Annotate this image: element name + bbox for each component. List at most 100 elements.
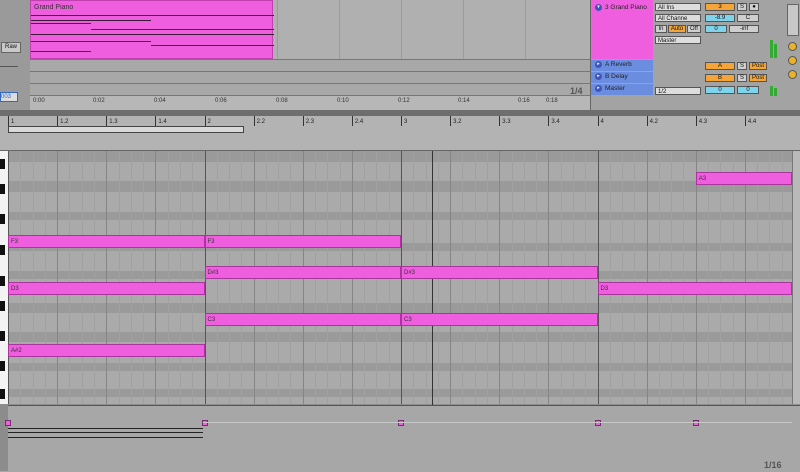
output-select[interactable]: Master [655, 36, 701, 44]
midi-note[interactable]: D#3 [204, 266, 401, 279]
grid-row [8, 303, 800, 313]
time-label: 0:12 [398, 98, 410, 104]
monitor-auto-button[interactable]: Auto [668, 25, 686, 33]
vertical-scrollbar[interactable] [792, 151, 800, 404]
grid-row [8, 363, 800, 371]
velocity-marker[interactable] [201, 420, 208, 426]
track-fold-icon[interactable]: ▸ [595, 61, 602, 68]
black-key[interactable] [0, 361, 5, 371]
indicator-icon[interactable] [788, 42, 797, 51]
loop-brace[interactable] [8, 126, 244, 133]
post-button[interactable]: Post [749, 62, 767, 70]
midi-note[interactable]: D3 [8, 282, 205, 295]
return-track-header[interactable]: ▸ A Reverb [591, 60, 653, 71]
solo-button[interactable]: S [737, 74, 747, 82]
pan-field[interactable]: C [737, 14, 759, 22]
grid-zoom-label[interactable]: 1/16 [764, 460, 782, 470]
midi-note[interactable]: F3 [8, 235, 205, 248]
velocity-bar[interactable] [8, 432, 203, 433]
track-activator[interactable]: A [705, 62, 735, 70]
track-fold-icon[interactable]: ▸ [595, 73, 602, 80]
raw-button[interactable]: Raw [1, 42, 21, 53]
velocity-marker[interactable] [594, 420, 601, 426]
monitor-off-button[interactable]: Off [687, 25, 701, 33]
grid-line [106, 151, 108, 404]
midi-note[interactable]: A3 [695, 172, 792, 185]
ruler-label: 4.2 [649, 119, 658, 125]
send-a-field[interactable]: 0 [705, 25, 727, 33]
black-key[interactable] [0, 276, 5, 286]
left-panel: Raw 003 [0, 0, 31, 110]
black-key[interactable] [0, 301, 5, 311]
track-activator[interactable]: B [705, 74, 735, 82]
select-value: All Channe [658, 16, 688, 22]
monitor-in-button[interactable]: In [655, 25, 667, 33]
velocity-marker[interactable] [692, 420, 699, 426]
indicator-icon[interactable] [788, 56, 797, 65]
black-key[interactable] [0, 245, 5, 255]
grid-line [671, 151, 673, 404]
ruler-tick [450, 116, 452, 126]
clip-name: Grand Piano [34, 4, 74, 11]
return-track-lanes[interactable] [30, 59, 590, 95]
black-key[interactable] [0, 389, 5, 399]
midi-note[interactable]: C3 [401, 313, 598, 326]
track-activator[interactable]: 3 [705, 3, 735, 11]
ruler-tick [106, 116, 108, 126]
record-arm-button[interactable]: ● [749, 3, 759, 11]
track-header[interactable]: ▾ 3 Grand Piano [591, 0, 653, 59]
solo-button[interactable]: S [737, 62, 747, 70]
ruler-tick [155, 116, 157, 126]
time-label: 0:00 [33, 98, 45, 104]
volume-field[interactable]: -8.9 [705, 14, 735, 22]
master-track-header[interactable]: ▸ Master [591, 84, 653, 95]
master-output-select[interactable]: 1/2 [655, 87, 701, 95]
input-channel-select[interactable]: All Channe [655, 14, 701, 22]
velocity-lane[interactable] [0, 405, 800, 472]
grid-line [622, 151, 624, 404]
midi-note[interactable]: D#3 [401, 266, 598, 279]
scroll-handle[interactable] [787, 4, 799, 36]
black-key[interactable] [0, 159, 5, 169]
clip-note-preview [31, 34, 274, 35]
beat-ruler[interactable]: 1 1.2 1.3 1.4 2 2.2 2.3 2.4 3 3.2 3.3 3.4 4 4.2 4.3 4.4 [0, 116, 800, 151]
grid-row [8, 332, 800, 342]
track-fold-icon[interactable]: ▸ [595, 85, 602, 92]
ruler-tick [253, 116, 255, 126]
midi-note[interactable]: C3 [204, 313, 401, 326]
velocity-bar[interactable] [8, 428, 203, 429]
time-ruler[interactable]: 0:00 0:02 0:04 0:06 0:08 0:10 0:12 0:14 … [30, 95, 590, 111]
input-type-select[interactable]: All Ins [655, 3, 701, 11]
midi-note[interactable]: A#2 [8, 344, 205, 357]
master-pan-field[interactable]: 0 [737, 86, 759, 94]
clip-note-preview [31, 41, 151, 42]
time-label: 0:08 [276, 98, 288, 104]
clip-note-preview [31, 23, 91, 24]
midi-note[interactable]: F3 [204, 235, 401, 248]
velocity-bar[interactable] [8, 437, 203, 438]
grid-zoom-label[interactable]: 1/4 [570, 86, 583, 96]
track-fold-icon[interactable]: ▾ [595, 4, 602, 11]
return-track-header[interactable]: ▸ B Delay [591, 72, 653, 83]
master-volume-field[interactable]: 0 [705, 86, 735, 94]
black-key[interactable] [0, 331, 5, 341]
ruler-tick [744, 116, 746, 126]
send-b-field[interactable]: -inf [729, 25, 759, 33]
grid-line [20, 151, 22, 404]
indicator-icon[interactable] [788, 70, 797, 79]
grid-line [744, 151, 746, 404]
post-button[interactable]: Post [749, 74, 767, 82]
velocity-marker[interactable] [5, 420, 11, 426]
ruler-label: 1.2 [60, 119, 69, 125]
midi-note[interactable]: D3 [597, 282, 792, 295]
track-name: Master [605, 85, 625, 93]
clip-note-preview [91, 29, 274, 30]
solo-button[interactable]: S [737, 3, 747, 11]
value-field[interactable]: 003 [0, 92, 18, 102]
midi-clip[interactable]: Grand Piano [30, 0, 274, 59]
black-key[interactable] [0, 214, 5, 224]
time-label: 0:14 [458, 98, 470, 104]
time-label: 0:18 [546, 98, 558, 104]
velocity-marker[interactable] [398, 420, 404, 426]
black-key[interactable] [0, 184, 5, 194]
